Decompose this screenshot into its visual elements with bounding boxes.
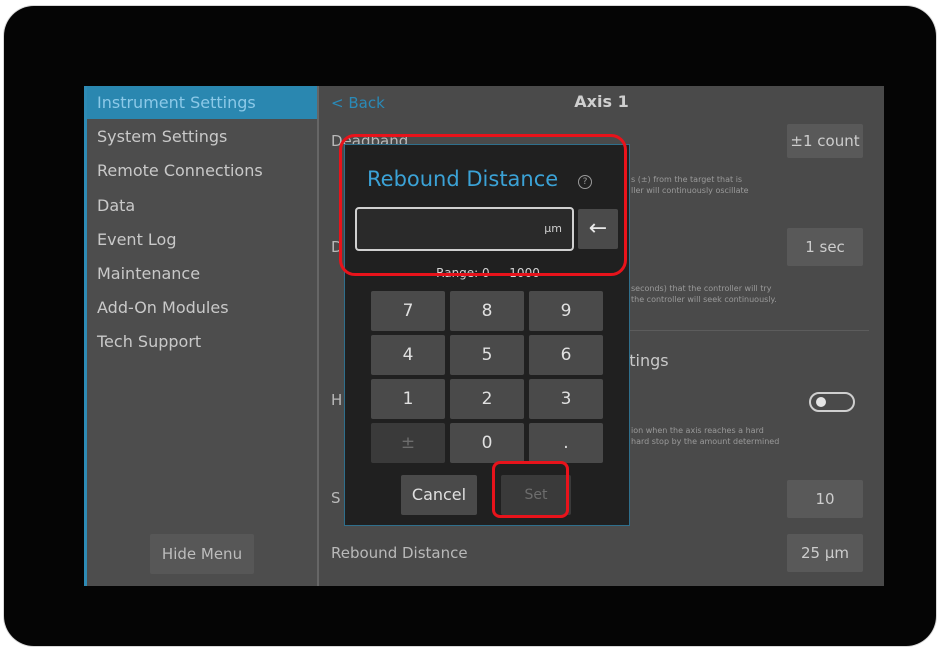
hardstop-description-line1: ion when the axis reaches a hard [631,426,764,435]
sidebar-item-add-on-modules[interactable]: Add-On Modules [87,291,317,324]
key-4[interactable]: 4 [371,335,445,375]
duration-description-line1: seconds) that the controller will try [631,284,772,293]
page-title: Axis 1 [574,92,629,111]
section-divider [619,330,869,331]
sidebar-item-event-log[interactable]: Event Log [87,223,317,256]
highlight-outline-input-area [339,134,627,276]
deadband-description-line1: s (±) from the target that is [631,175,743,184]
device-bezel: Instrument Settings System Settings Remo… [4,6,936,646]
rebound-distance-label: Rebound Distance [331,544,468,562]
sidebar-menu: Instrument Settings System Settings Remo… [84,86,319,586]
sidebar-item-maintenance[interactable]: Maintenance [87,257,317,290]
key-3[interactable]: 3 [529,379,603,419]
hardstop-label: H [331,391,343,409]
sidebar-item-tech-support[interactable]: Tech Support [87,325,317,358]
sidebar-item-remote-connections[interactable]: Remote Connections [87,154,317,187]
steps-value-button[interactable]: 10 [787,480,863,518]
key-9[interactable]: 9 [529,291,603,331]
sidebar-item-data[interactable]: Data [87,189,317,222]
sidebar-item-instrument-settings[interactable]: Instrument Settings [87,86,317,119]
hardstop-description-line2: hard stop by the amount determined [631,437,780,446]
hide-menu-button[interactable]: Hide Menu [150,534,254,574]
key-1[interactable]: 1 [371,379,445,419]
deadband-value-button[interactable]: ±1 count [787,124,863,158]
key-decimal[interactable]: . [529,423,603,463]
key-plus-minus[interactable]: ± [371,423,445,463]
highlight-outline-set-button [492,461,569,518]
key-5[interactable]: 5 [450,335,524,375]
cancel-button[interactable]: Cancel [401,475,477,515]
rebound-distance-value-button[interactable]: 25 µm [787,534,863,572]
hardstop-toggle[interactable] [809,392,855,412]
deadband-description-line2: ller will continuously oscillate [631,186,749,195]
key-8[interactable]: 8 [450,291,524,331]
steps-label: S [331,489,341,507]
toggle-knob [816,397,826,407]
key-0[interactable]: 0 [450,423,524,463]
sidebar-item-system-settings[interactable]: System Settings [87,120,317,153]
key-2[interactable]: 2 [450,379,524,419]
key-7[interactable]: 7 [371,291,445,331]
key-6[interactable]: 6 [529,335,603,375]
duration-value-button[interactable]: 1 sec [787,228,863,266]
duration-description-line2: the controller will seek continuously. [631,295,777,304]
